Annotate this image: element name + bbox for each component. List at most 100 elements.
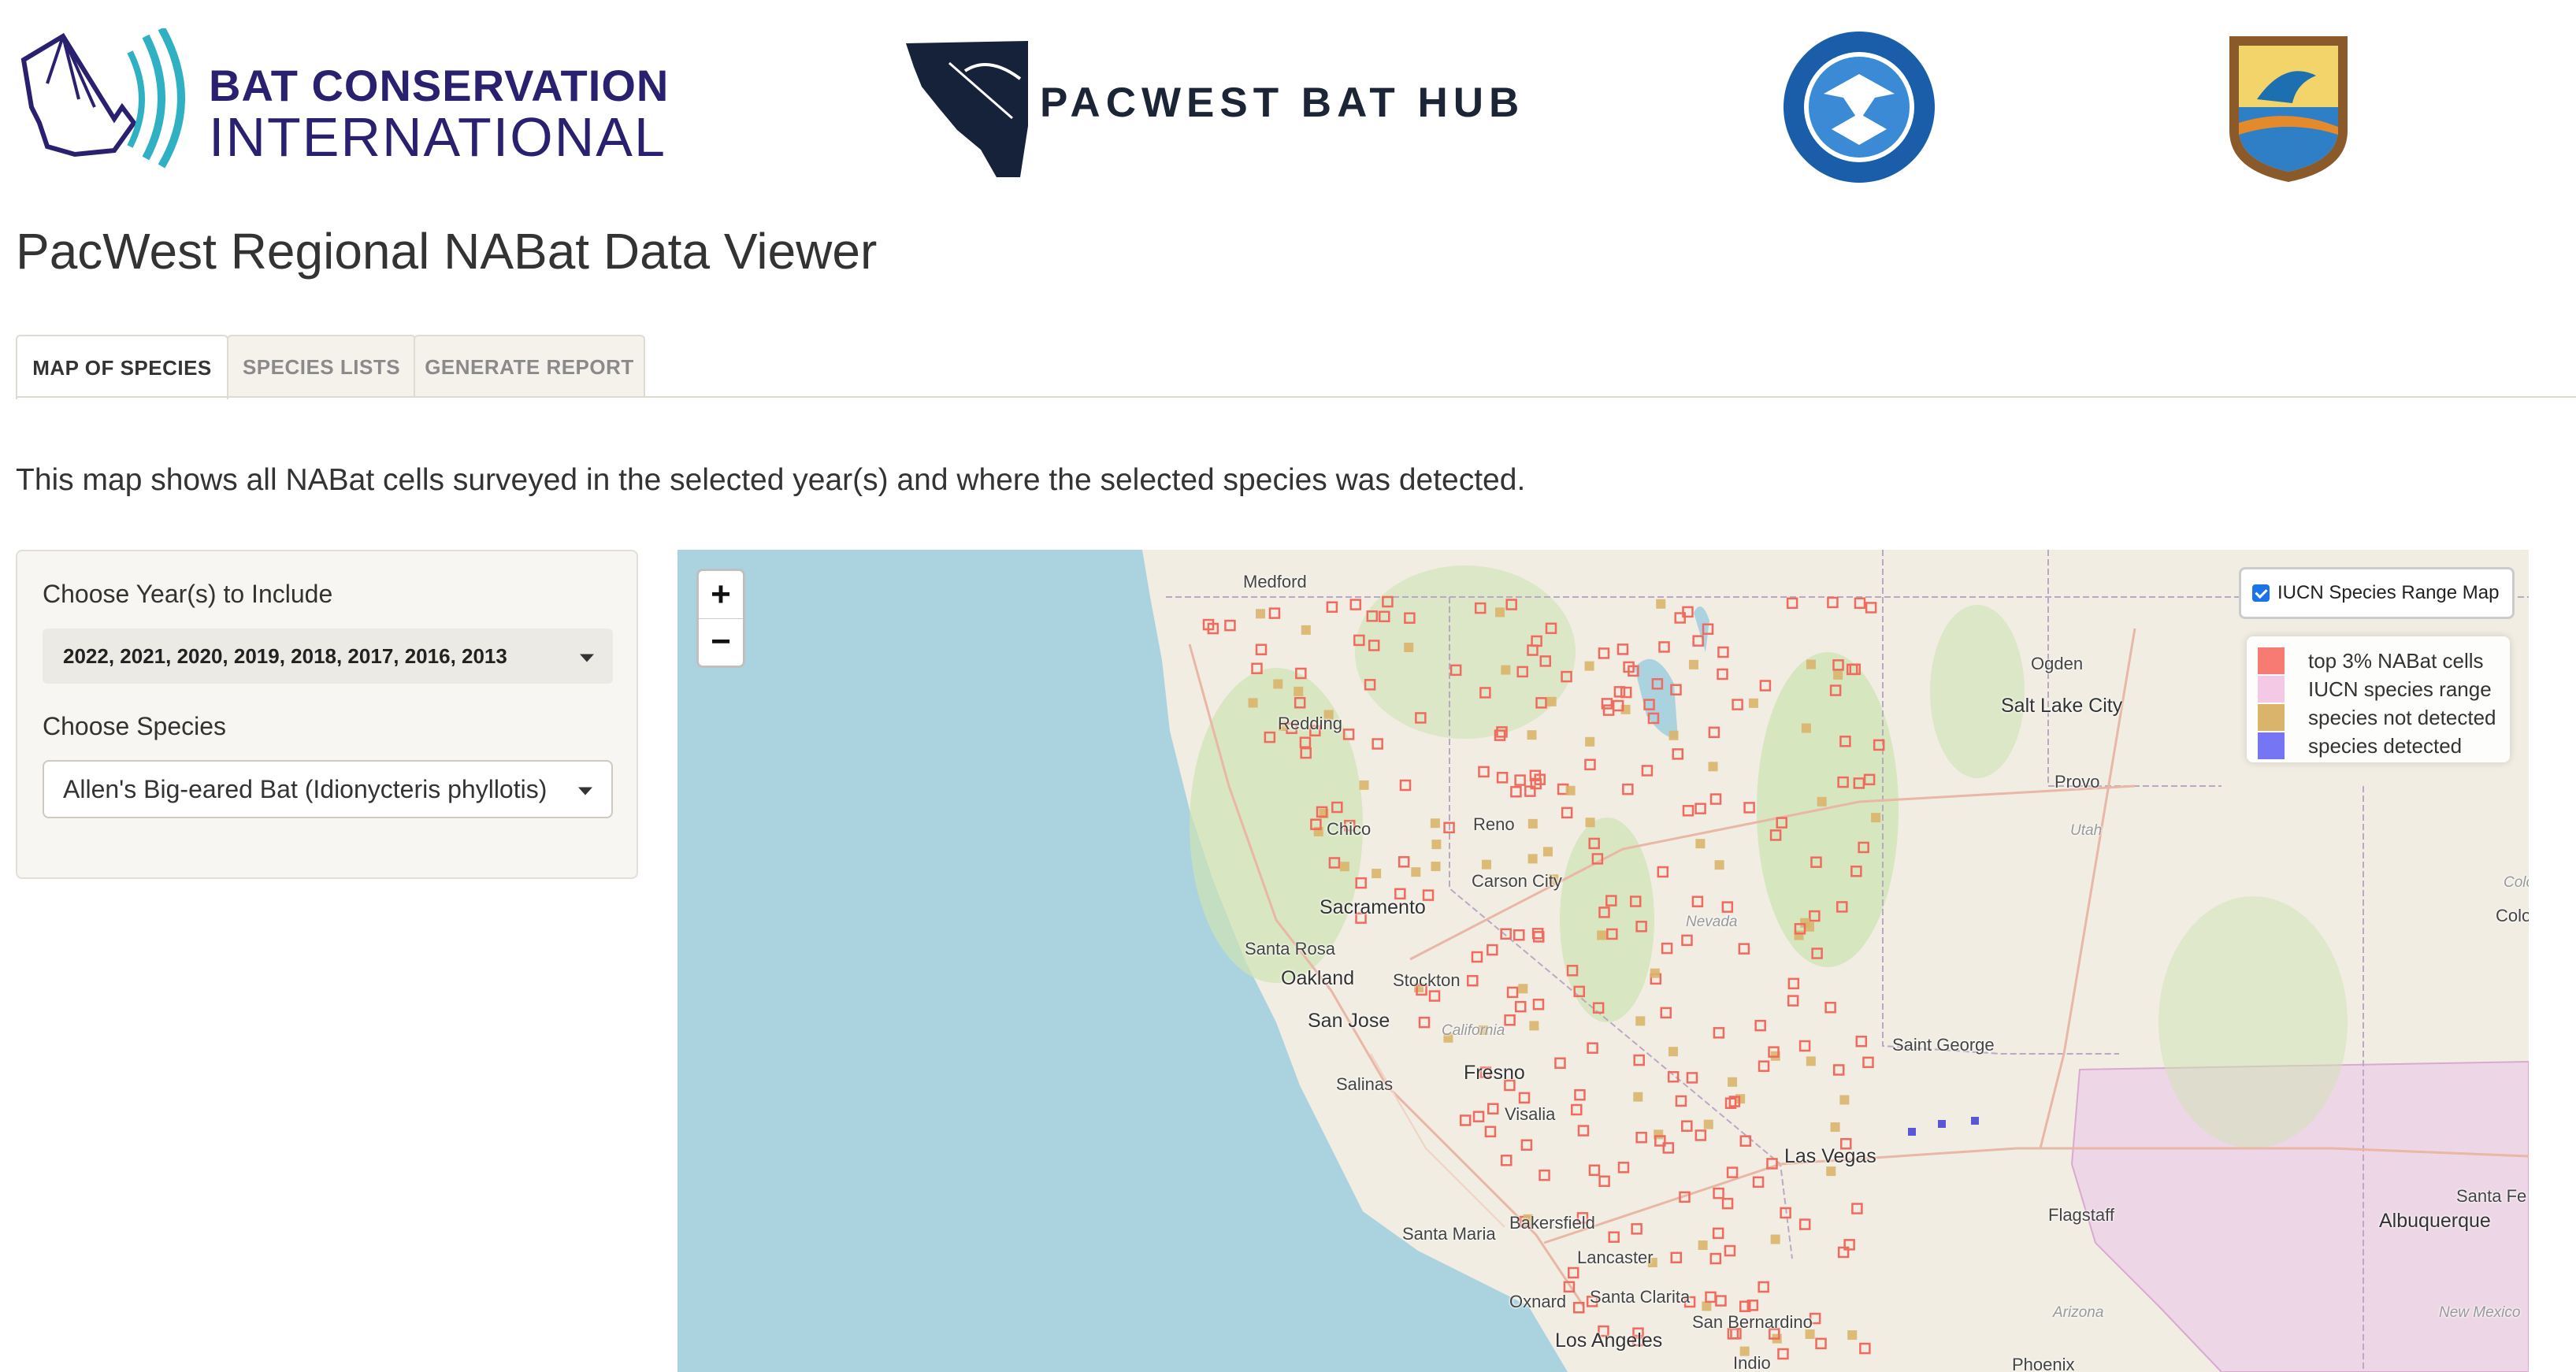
survey-cell[interactable] (1567, 1266, 1579, 1279)
survey-cell[interactable] (1717, 668, 1728, 680)
survey-cell[interactable] (1467, 974, 1479, 987)
survey-cell[interactable] (1830, 1122, 1840, 1133)
survey-cell[interactable] (1471, 951, 1483, 963)
survey-cell[interactable] (1686, 1072, 1698, 1084)
detected-cell[interactable] (1971, 1117, 1979, 1125)
survey-cell[interactable] (1527, 730, 1537, 740)
survey-cell[interactable] (1622, 783, 1634, 795)
survey-cell[interactable] (1759, 680, 1772, 692)
survey-cell[interactable] (1786, 597, 1798, 610)
survey-cell[interactable] (1585, 818, 1595, 828)
survey-cell[interactable] (1801, 723, 1811, 733)
survey-cell[interactable] (1681, 934, 1693, 947)
survey-cell[interactable] (1598, 1175, 1610, 1188)
survey-cell[interactable] (1670, 1251, 1683, 1264)
survey-cell[interactable] (1404, 643, 1414, 653)
survey-cell[interactable] (1708, 762, 1718, 772)
survey-cell[interactable] (1698, 1240, 1708, 1251)
survey-cell[interactable] (1798, 1218, 1811, 1230)
survey-cell[interactable] (1561, 807, 1573, 819)
survey-cell[interactable] (1520, 1139, 1533, 1151)
iucn-layer-checkbox[interactable] (2252, 584, 2270, 602)
survey-cell[interactable] (1577, 1125, 1590, 1137)
survey-cell[interactable] (1326, 601, 1338, 614)
survey-cell[interactable] (1224, 619, 1236, 632)
survey-cell[interactable] (1752, 1176, 1765, 1188)
survey-cell[interactable] (1542, 847, 1553, 857)
zoom-in-button[interactable]: + (699, 571, 743, 619)
survey-cell[interactable] (1459, 1114, 1472, 1126)
survey-cell[interactable] (1399, 779, 1412, 792)
survey-cell[interactable] (1862, 1056, 1874, 1069)
survey-cell[interactable] (1721, 1197, 1734, 1210)
survey-cell[interactable] (1787, 977, 1800, 990)
survey-cell[interactable] (1587, 1042, 1598, 1054)
survey-cell[interactable] (1717, 646, 1729, 658)
survey-cell[interactable] (1635, 1131, 1647, 1144)
survey-cell[interactable] (1255, 643, 1268, 656)
survey-cell[interactable] (1851, 1203, 1863, 1214)
survey-cell[interactable] (1709, 793, 1722, 805)
survey-cell[interactable] (1418, 1016, 1431, 1029)
survey-cell[interactable] (1770, 1234, 1780, 1244)
survey-cell[interactable] (1513, 929, 1525, 941)
survey-cell[interactable] (1635, 1016, 1646, 1026)
survey-cell[interactable] (1339, 862, 1349, 872)
survey-cell[interactable] (1504, 1014, 1516, 1026)
zoom-out-button[interactable]: − (699, 618, 743, 666)
survey-cell[interactable] (1527, 818, 1538, 829)
survey-cell[interactable] (1514, 1000, 1527, 1013)
survey-cell[interactable] (1431, 862, 1441, 872)
survey-cell[interactable] (1714, 860, 1724, 870)
survey-cell[interactable] (1510, 786, 1522, 798)
survey-cell[interactable] (1833, 669, 1843, 680)
survey-cell[interactable] (1301, 625, 1311, 635)
survey-cell[interactable] (1598, 647, 1610, 659)
survey-cell[interactable] (1397, 856, 1410, 868)
survey-cell[interactable] (1871, 813, 1881, 823)
survey-cell[interactable] (1574, 1088, 1586, 1101)
survey-cell[interactable] (1832, 1064, 1845, 1076)
survey-cell[interactable] (1777, 1348, 1789, 1360)
survey-cell[interactable] (1616, 643, 1629, 655)
survey-cell[interactable] (1617, 1162, 1630, 1174)
survey-cell[interactable] (1712, 1227, 1724, 1240)
species-select[interactable]: Allen's Big-eared Bat (Idionycteris phyl… (43, 760, 613, 818)
survey-cell[interactable] (1656, 599, 1666, 609)
survey-cell[interactable] (1546, 696, 1557, 706)
survey-cell[interactable] (1691, 896, 1704, 907)
survey-cell[interactable] (1758, 1060, 1770, 1072)
survey-cell[interactable] (1518, 984, 1528, 994)
survey-cell[interactable] (1815, 1337, 1827, 1350)
survey-cell[interactable] (1787, 995, 1799, 1007)
survey-cell[interactable] (1806, 1056, 1816, 1066)
layer-toggle[interactable]: IUCN Species Range Map (2239, 567, 2515, 619)
survey-cell[interactable] (1256, 609, 1266, 619)
survey-cell[interactable] (1715, 1295, 1727, 1307)
survey-cell[interactable] (1501, 1155, 1513, 1166)
survey-cell[interactable] (1428, 990, 1441, 1002)
survey-cell[interactable] (1584, 758, 1596, 771)
survey-cell[interactable] (1527, 854, 1538, 864)
survey-cell[interactable] (1658, 641, 1670, 653)
survey-cell[interactable] (1806, 659, 1816, 669)
survey-cell[interactable] (1847, 1330, 1858, 1340)
survey-cell[interactable] (1817, 796, 1827, 807)
survey-cell[interactable] (1571, 1103, 1583, 1116)
species-map[interactable]: + − IUCN Species Range Map top 3% NABat … (677, 550, 2529, 1372)
survey-cell[interactable] (1484, 1125, 1497, 1138)
survey-cell[interactable] (1585, 736, 1595, 747)
survey-cell[interactable] (1514, 774, 1526, 786)
survey-cell[interactable] (1721, 901, 1734, 913)
survey-cell[interactable] (1495, 607, 1505, 617)
survey-cell[interactable] (1597, 930, 1607, 940)
survey-cell[interactable] (1529, 1021, 1539, 1031)
survey-cell[interactable] (1588, 1164, 1601, 1176)
survey-cell[interactable] (1359, 780, 1369, 790)
survey-cell[interactable] (1728, 1077, 1738, 1087)
survey-cell[interactable] (1411, 867, 1421, 877)
survey-cell[interactable] (1668, 1047, 1678, 1057)
survey-cell[interactable] (1554, 1057, 1566, 1070)
survey-cell[interactable] (1294, 686, 1304, 696)
survey-cell[interactable] (1650, 968, 1660, 978)
